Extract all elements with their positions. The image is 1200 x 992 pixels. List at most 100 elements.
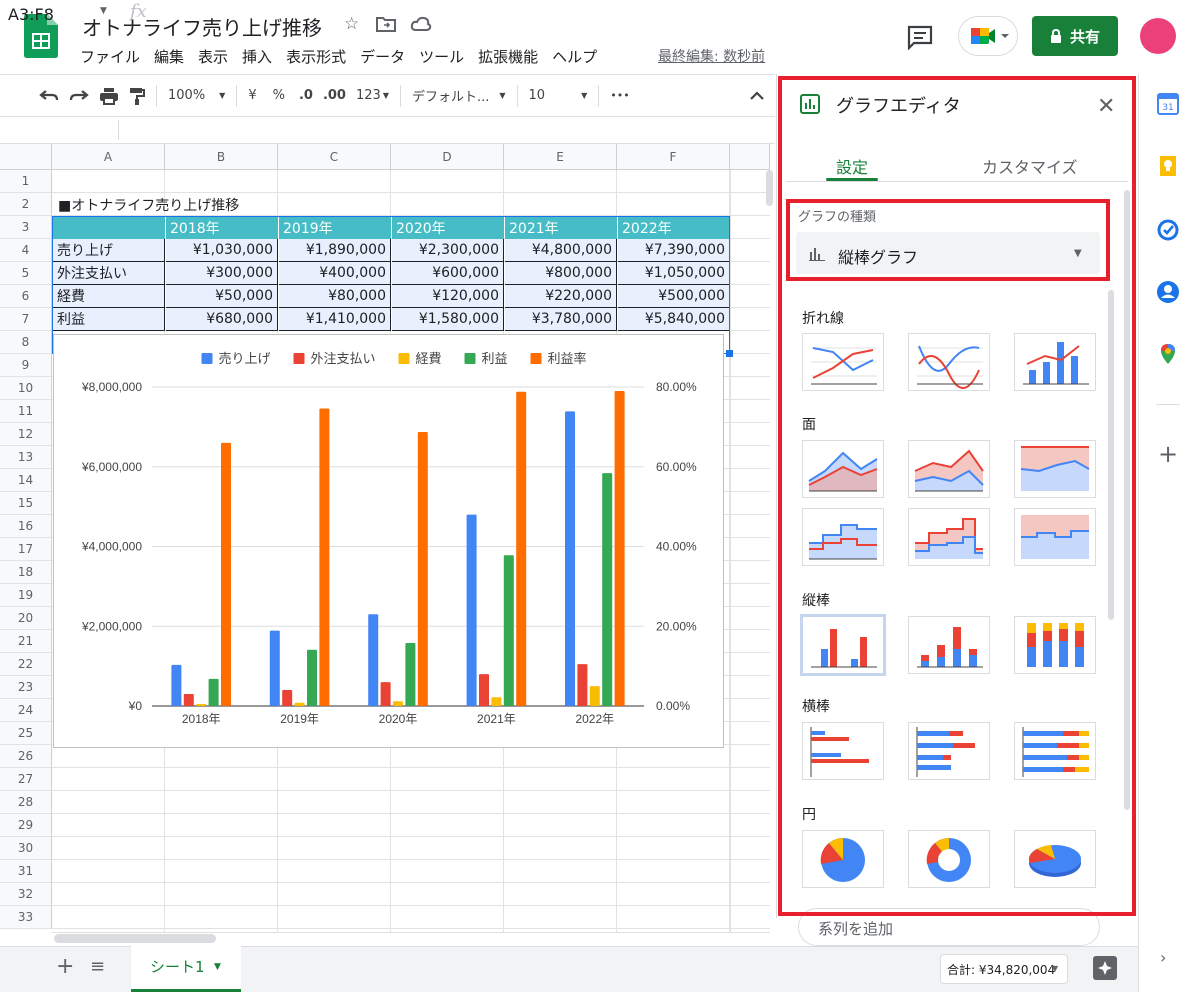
row-header[interactable]: 17 bbox=[0, 538, 52, 561]
chevron-right-icon[interactable]: › bbox=[1160, 948, 1166, 967]
row-header[interactable]: 11 bbox=[0, 400, 52, 423]
stacked-bar-chart-option[interactable] bbox=[908, 722, 990, 780]
100-stacked-bar-chart-option[interactable] bbox=[1014, 722, 1096, 780]
more-toolbar-button[interactable]: ••• bbox=[605, 82, 634, 110]
chevron-down-icon[interactable]: ▼ bbox=[100, 6, 107, 16]
column-header[interactable]: D bbox=[391, 144, 504, 170]
row-header[interactable]: 18 bbox=[0, 561, 52, 584]
last-edit-link[interactable]: 最終編集: 数秒前 bbox=[658, 46, 765, 66]
row-header[interactable]: 2 bbox=[0, 193, 52, 216]
zoom-select[interactable]: 100% ▼ bbox=[163, 82, 230, 110]
meet-button[interactable] bbox=[958, 16, 1018, 56]
more-formats-button[interactable]: 123 ▼ bbox=[351, 82, 394, 110]
move-folder-icon[interactable] bbox=[376, 15, 396, 33]
tasks-icon[interactable] bbox=[1156, 218, 1180, 242]
row-header[interactable]: 20 bbox=[0, 607, 52, 630]
calendar-icon[interactable]: 31 bbox=[1156, 92, 1180, 116]
value-cell[interactable]: ¥1,580,000 bbox=[392, 308, 504, 331]
row-header[interactable]: 10 bbox=[0, 377, 52, 400]
document-title[interactable]: オトナライフ売り上げ推移 bbox=[82, 12, 322, 41]
title-cell[interactable]: ■オトナライフ売り上げ推移 bbox=[54, 193, 354, 216]
row-label-cell[interactable]: 利益 bbox=[53, 308, 165, 331]
menu-tools[interactable]: ツール bbox=[419, 46, 464, 67]
value-cell[interactable]: ¥220,000 bbox=[505, 285, 617, 308]
menu-extensions[interactable]: 拡張機能 bbox=[478, 46, 538, 67]
value-cell[interactable]: ¥680,000 bbox=[166, 308, 278, 331]
keep-icon[interactable] bbox=[1156, 154, 1180, 178]
column-header[interactable]: E bbox=[504, 144, 617, 170]
header-cell[interactable]: 2019年 bbox=[279, 216, 391, 239]
row-header[interactable]: 8 bbox=[0, 331, 52, 354]
get-addons-plus-icon[interactable]: + bbox=[1158, 440, 1178, 468]
3d-pie-chart-option[interactable] bbox=[1014, 830, 1096, 888]
value-cell[interactable]: ¥7,390,000 bbox=[618, 239, 730, 262]
close-icon[interactable]: ✕ bbox=[1097, 94, 1115, 119]
column-chart-option[interactable] bbox=[800, 614, 886, 676]
row-header[interactable]: 15 bbox=[0, 492, 52, 515]
value-cell[interactable]: ¥600,000 bbox=[392, 262, 504, 285]
row-header[interactable]: 21 bbox=[0, 630, 52, 653]
smooth-line-chart-option[interactable] bbox=[908, 333, 990, 391]
row-header[interactable]: 29 bbox=[0, 814, 52, 837]
percent-format-button[interactable]: % bbox=[268, 82, 290, 110]
selection-sum[interactable]: 合計: ¥34,820,004 bbox=[940, 954, 1068, 984]
menu-file[interactable]: ファイル bbox=[80, 46, 140, 67]
100-stacked-area-chart-option[interactable] bbox=[1014, 440, 1096, 498]
row-header[interactable]: 28 bbox=[0, 791, 52, 814]
row-header[interactable]: 12 bbox=[0, 423, 52, 446]
row-label-cell[interactable]: 経費 bbox=[53, 285, 165, 308]
value-cell[interactable]: ¥300,000 bbox=[166, 262, 278, 285]
pie-chart-option[interactable] bbox=[802, 830, 884, 888]
share-button[interactable]: 共有 bbox=[1032, 16, 1118, 56]
value-cell[interactable]: ¥80,000 bbox=[279, 285, 391, 308]
stacked-area-chart-option[interactable] bbox=[908, 440, 990, 498]
row-header[interactable]: 23 bbox=[0, 676, 52, 699]
header-cell[interactable]: 2020年 bbox=[392, 216, 504, 239]
menu-format[interactable]: 表示形式 bbox=[286, 46, 346, 67]
row-header[interactable]: 22 bbox=[0, 653, 52, 676]
redo-icon[interactable] bbox=[64, 82, 94, 110]
value-cell[interactable]: ¥3,780,000 bbox=[505, 308, 617, 331]
chevron-down-icon[interactable]: ▼ bbox=[214, 962, 221, 972]
value-cell[interactable]: ¥50,000 bbox=[166, 285, 278, 308]
row-header[interactable]: 25 bbox=[0, 722, 52, 745]
stepped-area-chart-option[interactable] bbox=[802, 508, 884, 566]
currency-format-button[interactable]: ¥ bbox=[243, 82, 261, 110]
row-header[interactable]: 16 bbox=[0, 515, 52, 538]
row-header[interactable]: 26 bbox=[0, 745, 52, 768]
row-header[interactable]: 7 bbox=[0, 308, 52, 331]
avatar[interactable] bbox=[1140, 18, 1176, 54]
row-label-cell[interactable]: 外注支払い bbox=[53, 262, 165, 285]
row-header[interactable]: 4 bbox=[0, 239, 52, 262]
value-cell[interactable]: ¥1,410,000 bbox=[279, 308, 391, 331]
menu-insert[interactable]: 挿入 bbox=[242, 46, 272, 67]
donut-chart-option[interactable] bbox=[908, 830, 990, 888]
menu-view[interactable]: 表示 bbox=[198, 46, 228, 67]
row-header[interactable]: 1 bbox=[0, 170, 52, 193]
row-header[interactable]: 9 bbox=[0, 354, 52, 377]
value-cell[interactable]: ¥4,800,000 bbox=[505, 239, 617, 262]
column-header[interactable] bbox=[730, 144, 770, 170]
menu-data[interactable]: データ bbox=[360, 46, 405, 67]
print-icon[interactable] bbox=[94, 82, 124, 110]
line-chart-option[interactable] bbox=[802, 333, 884, 391]
collapse-menus-icon[interactable] bbox=[745, 82, 769, 110]
stacked-column-chart-option[interactable] bbox=[908, 616, 990, 674]
row-header[interactable]: 19 bbox=[0, 584, 52, 607]
row-header[interactable]: 30 bbox=[0, 837, 52, 860]
chart-type-list-scrollbar[interactable] bbox=[1108, 290, 1114, 620]
font-size-select[interactable]: 10 ▼ bbox=[524, 82, 593, 110]
all-sheets-menu-icon[interactable]: ≡ bbox=[90, 956, 105, 977]
vertical-scroll-thumb[interactable] bbox=[766, 170, 773, 206]
column-header[interactable]: C bbox=[278, 144, 391, 170]
value-cell[interactable]: ¥120,000 bbox=[392, 285, 504, 308]
increase-decimal-button[interactable]: .00 bbox=[318, 82, 351, 110]
value-cell[interactable]: ¥5,840,000 bbox=[618, 308, 730, 331]
row-header[interactable]: 13 bbox=[0, 446, 52, 469]
stacked-stepped-area-chart-option[interactable] bbox=[908, 508, 990, 566]
menu-help[interactable]: ヘルプ bbox=[552, 46, 597, 67]
embedded-chart[interactable]: ¥0 ¥2,000,000 ¥4,000,000 ¥6,000,000 ¥8,000,0… bbox=[53, 334, 724, 748]
row-header[interactable]: 33 bbox=[0, 906, 52, 929]
panel-scrollbar[interactable] bbox=[1124, 190, 1130, 810]
column-header[interactable]: B bbox=[165, 144, 278, 170]
